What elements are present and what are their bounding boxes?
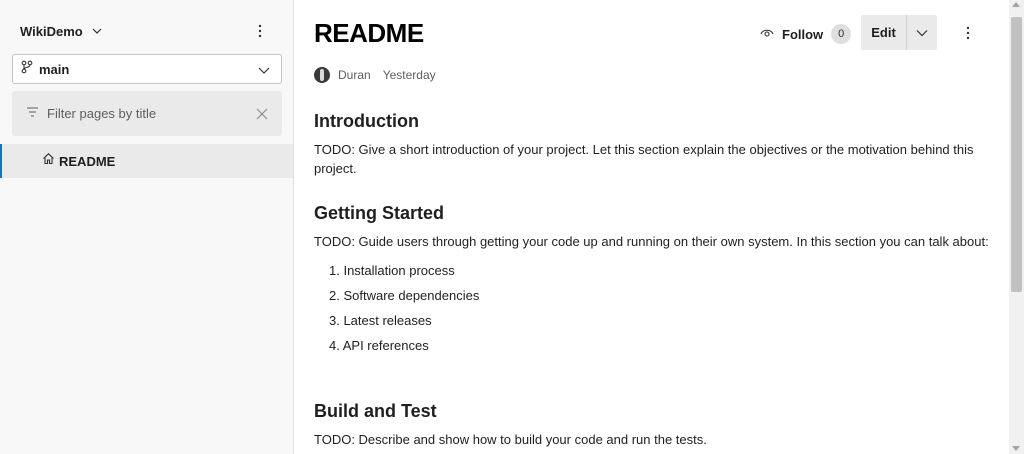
author-name[interactable]: Duran xyxy=(338,68,371,82)
more-vertical-icon[interactable] xyxy=(252,22,268,40)
branch-selector[interactable]: main xyxy=(12,54,282,84)
list-item: 1. Installation process xyxy=(329,263,455,278)
eye-icon xyxy=(760,25,774,43)
branch-name: main xyxy=(39,61,70,77)
section-heading: Getting Started xyxy=(314,203,445,223)
ordered-list: 1. Installation process 2. Software depe… xyxy=(314,261,994,361)
follower-count-badge: 0 xyxy=(831,24,852,44)
edit-button-group: Edit xyxy=(861,15,937,50)
section-introduction: Introduction TODO: Give a short introduc… xyxy=(314,110,994,178)
filter-input[interactable] xyxy=(47,106,247,121)
list-item: 3. Latest releases xyxy=(329,313,432,328)
close-icon[interactable] xyxy=(256,107,268,120)
page-metadata: Duran Yesterday xyxy=(314,67,436,83)
chevron-down-icon xyxy=(91,25,103,37)
page-content: Introduction TODO: Give a short introduc… xyxy=(314,110,994,447)
list-item: 4. API references xyxy=(329,338,429,353)
wiki-page: README Follow 0 Edit Duran Yesterday Int… xyxy=(295,0,1009,454)
chevron-down-icon xyxy=(916,29,928,36)
page-tree-label: README xyxy=(59,153,116,169)
branch-icon xyxy=(21,60,33,79)
scrollbar-thumb[interactable] xyxy=(1011,17,1022,292)
avatar xyxy=(314,67,330,83)
wiki-name: WikiDemo xyxy=(20,23,83,39)
scroll-up-arrow-icon[interactable] xyxy=(1012,2,1020,7)
follow-label: Follow xyxy=(782,26,824,42)
page-title: README xyxy=(314,18,424,48)
list-item: 2. Software dependencies xyxy=(329,288,480,303)
vertical-scrollbar[interactable] xyxy=(1009,0,1024,454)
section-heading: Build and Test xyxy=(314,401,437,421)
page-filter xyxy=(12,91,282,136)
edit-button[interactable]: Edit xyxy=(861,15,907,50)
section-heading: Introduction xyxy=(314,111,419,131)
filter-icon xyxy=(26,105,39,123)
wiki-selector[interactable]: WikiDemo xyxy=(12,18,282,44)
follow-button[interactable]: Follow 0 xyxy=(760,22,852,46)
home-icon xyxy=(42,152,55,170)
scroll-down-arrow-icon[interactable] xyxy=(1012,446,1020,451)
section-text: TODO: Describe and show how to build you… xyxy=(314,432,707,447)
section-getting-started: Getting Started TODO: Guide users throug… xyxy=(314,202,994,361)
section-text: TODO: Guide users through getting your c… xyxy=(314,234,989,249)
more-vertical-icon[interactable] xyxy=(961,23,975,43)
page-tree-item-readme[interactable]: README xyxy=(0,144,293,178)
section-build-and-test: Build and Test TODO: Describe and show h… xyxy=(314,400,994,454)
last-edited-date: Yesterday xyxy=(382,68,436,82)
edit-options-dropdown[interactable] xyxy=(907,15,937,50)
wiki-sidebar: WikiDemo main README xyxy=(0,0,294,454)
chevron-down-icon xyxy=(257,63,271,77)
section-text: TODO: Give a short introduction of your … xyxy=(314,142,974,176)
